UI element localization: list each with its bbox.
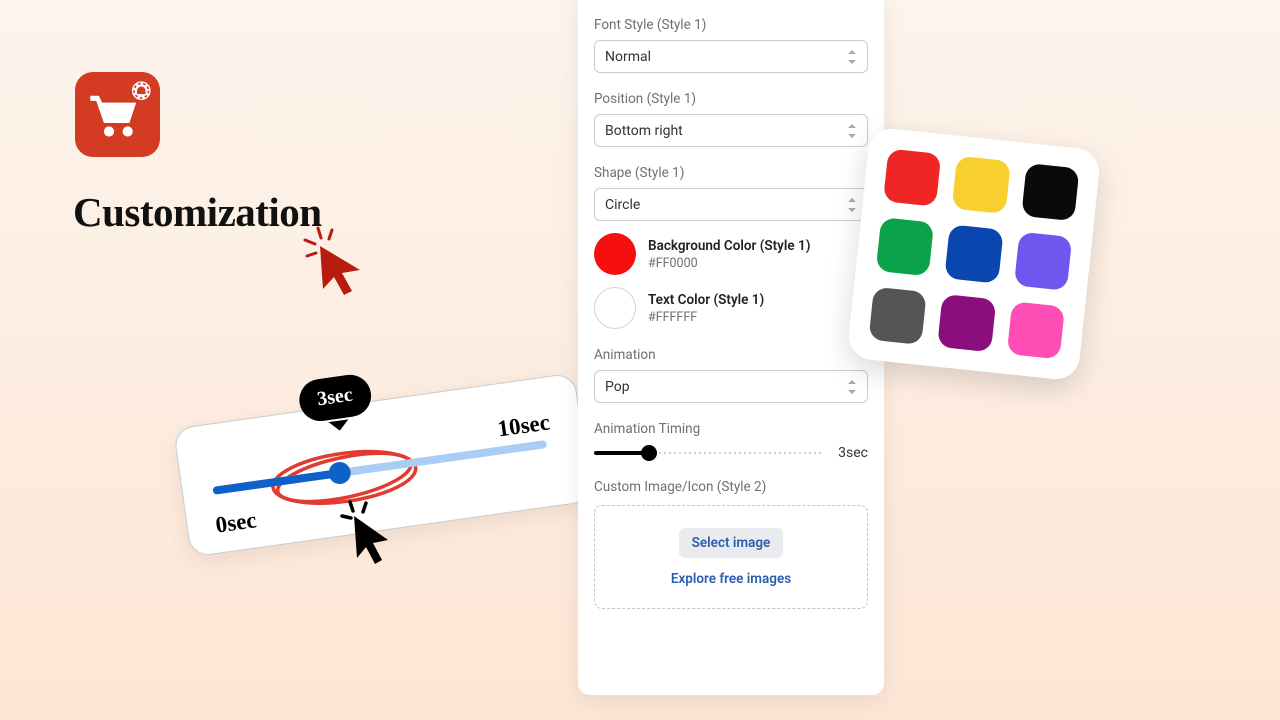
animation-timing-value: 3sec	[838, 445, 868, 461]
animation-select[interactable]: Pop	[594, 370, 868, 403]
select-value: Pop	[605, 379, 630, 395]
palette-swatch[interactable]	[868, 286, 927, 345]
chevron-updown-icon	[847, 198, 857, 212]
shape-select[interactable]: Circle	[594, 188, 868, 221]
slider-value-bubble: 3sec	[297, 372, 374, 424]
palette-swatch[interactable]	[937, 294, 996, 353]
slider-thumb[interactable]	[327, 461, 352, 486]
palette-swatch[interactable]	[883, 148, 942, 207]
bg-color-row[interactable]: Background Color (Style 1) #FF0000	[594, 233, 868, 275]
field-custom-image: Custom Image/Icon (Style 2) Select image…	[594, 479, 868, 609]
chevron-updown-icon	[847, 50, 857, 64]
bg-color-hex: #FF0000	[648, 256, 810, 271]
palette-swatch[interactable]	[1021, 163, 1080, 222]
select-image-button[interactable]: Select image	[679, 528, 784, 558]
palette-swatch[interactable]	[1014, 232, 1073, 291]
select-value: Normal	[605, 49, 651, 65]
text-color-row[interactable]: Text Color (Style 1) #FFFFFF	[594, 287, 868, 329]
bg-color-label: Background Color (Style 1)	[648, 238, 810, 254]
field-animation: Animation Pop	[594, 347, 868, 403]
image-dropzone[interactable]: Select image Explore free images	[594, 505, 868, 609]
position-select[interactable]: Bottom right	[594, 114, 868, 147]
animation-timing-slider[interactable]	[594, 446, 824, 460]
label: Animation	[594, 347, 868, 363]
palette-swatch[interactable]	[945, 225, 1004, 284]
slider-max-label: 10sec	[496, 409, 551, 442]
slider-min-label: 0sec	[214, 507, 258, 538]
bg-color-swatch[interactable]	[594, 233, 636, 275]
select-value: Bottom right	[605, 123, 683, 139]
field-shape: Shape (Style 1) Circle	[594, 165, 868, 221]
slider-track[interactable]	[212, 440, 547, 495]
palette-swatch[interactable]	[1006, 301, 1065, 360]
cursor-icon	[340, 500, 396, 566]
select-value: Circle	[605, 197, 640, 213]
field-font-style: Font Style (Style 1) Normal	[594, 17, 868, 73]
color-palette	[847, 127, 1102, 382]
field-animation-timing: Animation Timing 3sec	[594, 421, 868, 461]
label: Position (Style 1)	[594, 91, 868, 107]
label: Font Style (Style 1)	[594, 17, 868, 33]
font-style-select[interactable]: Normal	[594, 40, 868, 73]
label: Animation Timing	[594, 421, 868, 437]
cursor-icon	[302, 226, 368, 296]
label: Custom Image/Icon (Style 2)	[594, 479, 868, 495]
slider-thumb[interactable]	[641, 445, 657, 461]
label: Shape (Style 1)	[594, 165, 868, 181]
palette-swatch[interactable]	[952, 156, 1011, 215]
palette-swatch[interactable]	[876, 217, 935, 276]
text-color-swatch[interactable]	[594, 287, 636, 329]
app-icon	[75, 72, 160, 157]
chevron-updown-icon	[847, 124, 857, 138]
settings-panel: Font Style (Style 1) Normal Position (St…	[578, 0, 884, 695]
chevron-updown-icon	[847, 380, 857, 394]
page-title: Customization	[73, 188, 322, 236]
explore-images-link[interactable]: Explore free images	[671, 571, 791, 587]
field-position: Position (Style 1) Bottom right	[594, 91, 868, 147]
text-color-label: Text Color (Style 1)	[648, 292, 764, 308]
text-color-hex: #FFFFFF	[648, 310, 764, 325]
slider-fill	[212, 469, 340, 495]
